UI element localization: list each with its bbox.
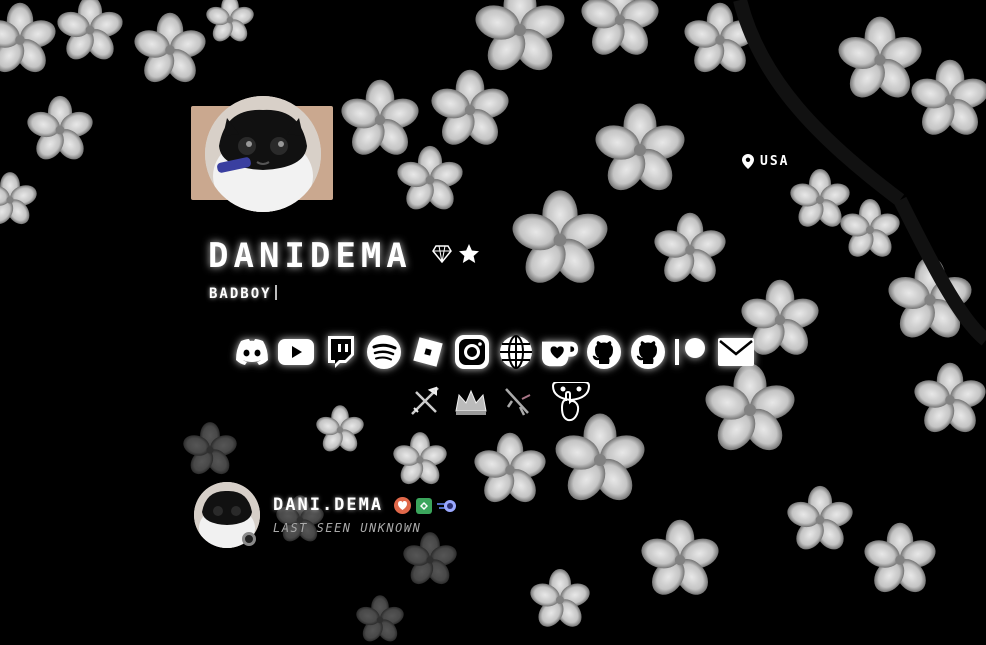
discord-display-name: DANI.DEMA bbox=[273, 495, 384, 515]
profile-tagline: BADBOY bbox=[209, 285, 277, 302]
location-pin-icon bbox=[742, 154, 754, 169]
location-text: USA bbox=[760, 154, 790, 169]
typing-caret bbox=[274, 285, 277, 300]
kofi-icon[interactable] bbox=[542, 334, 578, 370]
star-badge-icon[interactable] bbox=[458, 243, 480, 265]
youtube-icon[interactable] bbox=[278, 334, 314, 370]
status-indicator bbox=[242, 532, 256, 546]
avatar-image bbox=[205, 96, 321, 212]
diamond-icon[interactable] bbox=[432, 245, 452, 263]
twitch-icon[interactable] bbox=[322, 334, 358, 370]
github-icon[interactable] bbox=[630, 334, 666, 370]
spotify-icon[interactable] bbox=[366, 334, 402, 370]
discord-icon[interactable] bbox=[234, 334, 270, 370]
nitro-heart-icon[interactable] bbox=[394, 497, 411, 514]
crossed-swords-icon[interactable] bbox=[408, 386, 440, 418]
tagline-text: BADBOY bbox=[209, 286, 272, 302]
profile-avatar bbox=[191, 96, 333, 214]
mail-icon[interactable] bbox=[718, 334, 754, 370]
discord-status-text: LAST SEEN UNKNOWN bbox=[273, 521, 422, 535]
hypesquad-icon[interactable] bbox=[416, 497, 432, 514]
cherry-blossom-background bbox=[0, 0, 986, 645]
rifle-icon[interactable] bbox=[502, 385, 536, 419]
crown-icon[interactable] bbox=[454, 387, 488, 417]
boost-icon[interactable] bbox=[437, 498, 457, 514]
profile-badges bbox=[432, 243, 480, 265]
discord-badges bbox=[394, 497, 457, 514]
extra-badges bbox=[408, 382, 592, 422]
patreon-icon[interactable] bbox=[674, 334, 710, 370]
globe-icon[interactable] bbox=[498, 334, 534, 370]
location: USA bbox=[742, 154, 789, 169]
profile-username: DANIDEMA bbox=[208, 236, 412, 276]
instagram-icon[interactable] bbox=[454, 334, 490, 370]
social-links bbox=[234, 334, 754, 370]
github-icon[interactable] bbox=[586, 334, 622, 370]
roblox-icon[interactable] bbox=[410, 334, 446, 370]
hand-face-icon[interactable] bbox=[550, 382, 592, 422]
